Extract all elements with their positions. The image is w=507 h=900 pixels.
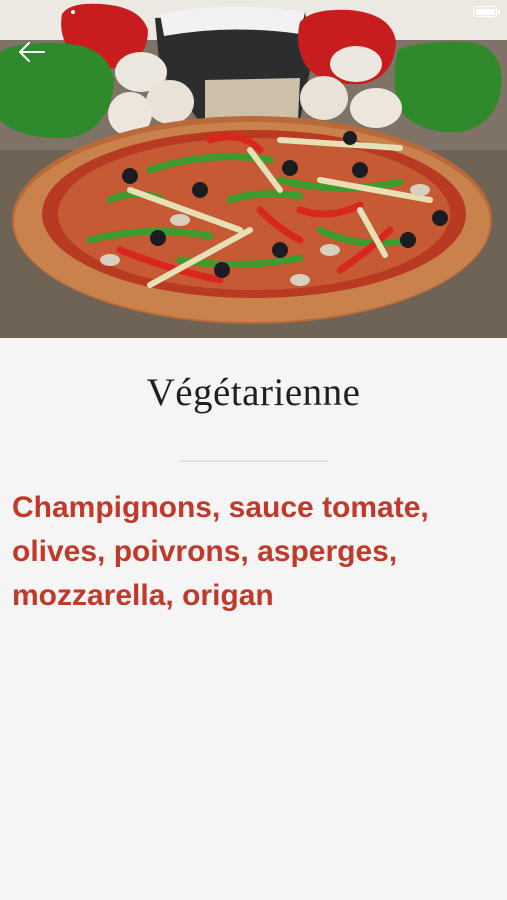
back-button[interactable] [14, 36, 50, 68]
status-dot [71, 10, 75, 14]
battery-icon [473, 6, 500, 17]
arrow-left-icon [19, 42, 45, 62]
divider [180, 460, 328, 462]
status-bar [0, 0, 507, 22]
pizza-photo [0, 0, 507, 338]
ingredients-text: Champignons, sauce tomate, olives, poivr… [12, 491, 429, 612]
pizza-details: Végétarienne Champignons, sauce tomate, … [0, 338, 507, 900]
pizza-title: Végétarienne [146, 371, 361, 414]
